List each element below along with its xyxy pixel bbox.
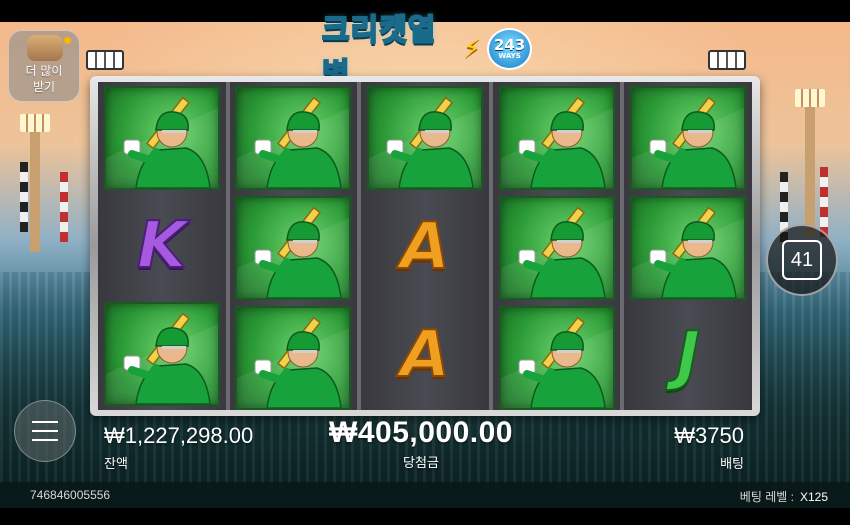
reel-cell: J	[624, 306, 752, 406]
ways-badge: 243 WAYS	[487, 28, 532, 70]
free-spin-counter[interactable]: 41	[766, 224, 838, 296]
reel-3: AA	[361, 82, 489, 410]
cricket-batsman-icon	[235, 86, 352, 190]
bottom-info-bar: 746846005556 베팅 레벨 : X125	[0, 482, 850, 508]
more-games-label-line2: 받기	[32, 79, 56, 94]
cricket-batsman-icon	[498, 306, 615, 410]
cricket-batsman-icon	[630, 196, 747, 300]
balance-display: ₩1,227,298.00 잔액	[104, 423, 253, 472]
cricket-batsman-icon	[366, 86, 483, 190]
cricket-batsman-icon	[498, 196, 615, 300]
symbol-j: J	[675, 319, 701, 393]
reel-cell	[98, 302, 226, 406]
flag-right-2	[820, 167, 828, 237]
floodlight-lamp-left	[86, 50, 124, 70]
ways-label: WAYS	[498, 52, 521, 60]
game-logo: 크리켓열병 ⚡ 243 WAYS	[321, 12, 532, 93]
reel-2	[229, 82, 358, 410]
bet-level-label: 베팅 레벨 :	[739, 490, 794, 504]
reel-cell	[493, 196, 621, 300]
win-value: ₩405,000.00	[329, 416, 513, 449]
reel-5: J	[624, 82, 752, 410]
win-display: ₩405,000.00 당첨금	[318, 416, 524, 471]
balance-value: ₩1,227,298.00	[104, 423, 254, 448]
notification-dot	[64, 37, 71, 44]
bet-label: 배팅	[720, 457, 744, 472]
floodlight-tower-right	[795, 89, 825, 237]
cricket-batsman-icon	[235, 196, 352, 300]
reel-cell	[493, 86, 621, 190]
gift-icon	[27, 35, 63, 61]
reel-cell	[624, 196, 752, 300]
bet-value: ₩3750	[674, 423, 744, 448]
hamburger-menu-icon	[32, 421, 58, 441]
free-spin-count: 41	[782, 240, 822, 280]
flag-left-1	[20, 162, 28, 232]
more-games-label-line1: 더 많이	[25, 63, 63, 78]
reel-cell: A	[361, 304, 489, 406]
floodlight-tower-left	[20, 114, 50, 252]
slot-machine-frame: K AA J	[90, 76, 760, 416]
cricket-batsman-icon	[235, 306, 352, 410]
bet-level: 베팅 레벨 : X125	[740, 488, 828, 505]
reel-cell	[230, 86, 358, 190]
reel-cell: A	[361, 196, 489, 298]
session-id: 746846005556	[30, 488, 111, 502]
symbol-a: A	[399, 318, 451, 392]
more-games-button[interactable]: 더 많이 받기	[8, 30, 80, 102]
reel-grid[interactable]: K AA J	[98, 82, 752, 410]
floodlight-lamp-right	[708, 50, 746, 70]
reel-cell: K	[98, 196, 226, 296]
symbol-k: K	[136, 209, 188, 283]
cricket-batsman-icon	[103, 86, 220, 190]
flag-left-2	[60, 172, 68, 242]
bet-level-value: X125	[799, 490, 828, 504]
symbol-a: A	[399, 210, 451, 284]
reel-1: K	[98, 82, 226, 410]
reel-4	[492, 82, 621, 410]
bet-display[interactable]: ₩3750 배팅	[660, 423, 744, 472]
win-label: 당첨금	[403, 456, 439, 471]
reel-cell	[624, 86, 752, 190]
reel-cell	[493, 306, 621, 410]
cricket-batsman-icon	[498, 86, 615, 190]
cricket-batsman-icon	[103, 302, 220, 406]
reel-cell	[230, 196, 358, 300]
reel-cell	[361, 86, 489, 190]
reel-cell	[230, 306, 358, 410]
menu-button[interactable]	[14, 400, 76, 462]
cricket-batsman-icon	[630, 86, 747, 190]
letterbox-bottom	[0, 508, 850, 525]
reel-cell	[98, 86, 226, 190]
ways-number: 243	[493, 36, 526, 54]
more-games-label: 더 많이 받기	[19, 63, 69, 95]
lightning-bolt-icon: ⚡	[462, 34, 482, 64]
balance-label: 잔액	[104, 457, 128, 472]
